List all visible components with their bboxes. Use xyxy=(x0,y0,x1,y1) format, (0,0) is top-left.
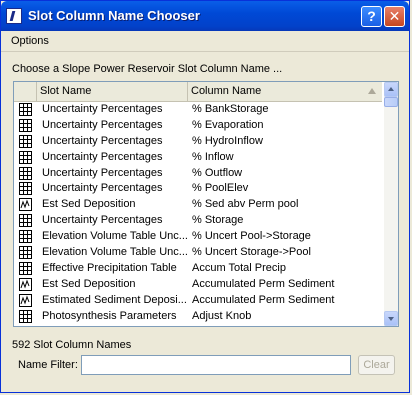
table-icon xyxy=(19,134,32,148)
app-logo-icon xyxy=(6,8,22,24)
column-name-cell: % PoolElev xyxy=(192,182,249,195)
column-name-cell: % Inflow xyxy=(192,150,234,163)
series-icon xyxy=(19,198,32,212)
header-icon-column[interactable] xyxy=(14,82,37,101)
table-row[interactable]: Uncertainty Percentages % Inflow xyxy=(14,150,382,166)
column-name-cell: % Sed abv Perm pool xyxy=(192,198,299,211)
table-icon xyxy=(19,182,32,196)
slot-name-cell: Photosynthesis Parameters xyxy=(42,309,177,322)
clear-button[interactable]: Clear xyxy=(358,355,395,375)
column-name-cell: % Outflow xyxy=(192,166,243,179)
column-name-cell: % Uncert Pool->Storage xyxy=(192,230,311,243)
table-row[interactable]: Uncertainty Percentages % PoolElev xyxy=(14,181,382,197)
slot-name-cell: Uncertainty Percentages xyxy=(42,166,163,179)
table-icon xyxy=(19,103,32,116)
sort-up-icon xyxy=(368,88,376,94)
name-filter-label: Name Filter: xyxy=(18,359,78,371)
menu-bar: Options xyxy=(1,32,409,52)
column-name-cell: % Storage xyxy=(192,214,244,227)
table-row[interactable]: Est Sed Deposition Accumulated Perm Sedim… xyxy=(14,277,382,293)
menu-options[interactable]: Options xyxy=(11,35,49,47)
header-column-name-label: Column Name xyxy=(191,85,262,97)
column-name-cell: % HydroInflow xyxy=(192,134,263,147)
chooser-window: Slot Column Name Chooser ? ✕ Options Cho… xyxy=(0,0,410,393)
table-row[interactable]: Uncertainty Percentages % Outflow xyxy=(14,166,382,182)
slot-name-cell: Elevation Volume Table Unc... xyxy=(42,246,188,259)
slot-name-cell: Est Sed Deposition xyxy=(42,198,136,211)
table-icon xyxy=(19,261,32,275)
table-icon xyxy=(19,166,32,180)
table-row[interactable]: Uncertainty Percentages % Storage xyxy=(14,213,382,229)
table-icon xyxy=(19,150,32,164)
slot-name-cell: Elevation Volume Table Unc... xyxy=(42,230,188,243)
column-name-cell: % Evaporation xyxy=(192,118,264,131)
table-icon xyxy=(19,118,32,132)
vertical-scrollbar[interactable] xyxy=(384,82,398,326)
table-body: Uncertainty Percentages% BankStorage Unce… xyxy=(14,102,382,324)
table-row[interactable]: Effective Precipitation Table Accum Total… xyxy=(14,261,382,277)
table-icon xyxy=(19,309,32,323)
scroll-up-icon[interactable] xyxy=(384,82,398,97)
slot-name-cell: Effective Precipitation Table xyxy=(42,261,177,274)
slot-column-table: Slot Name Column Name Uncertainty Percen… xyxy=(13,81,399,327)
slot-count-label: 592 Slot Column Names xyxy=(12,339,132,351)
table-row[interactable]: Uncertainty Percentages % Evaporation xyxy=(14,118,382,134)
column-name-cell: % Uncert Storage->Pool xyxy=(192,246,311,259)
column-name-cell: % BankStorage xyxy=(192,103,269,115)
slot-name-cell: Uncertainty Percentages xyxy=(42,150,163,163)
slot-name-cell: Estimated Sediment Deposi... xyxy=(42,293,187,306)
slot-name-cell: Uncertainty Percentages xyxy=(42,118,163,131)
table-row[interactable]: Elevation Volume Table Unc... % Uncert St… xyxy=(14,245,382,261)
table-icon xyxy=(19,230,32,244)
close-button[interactable]: ✕ xyxy=(384,6,405,27)
slot-name-cell: Uncertainty Percentages xyxy=(42,182,163,195)
column-name-cell: Accum Total Precip xyxy=(192,261,286,274)
table-row[interactable]: Uncertainty Percentages % BankStorage xyxy=(14,102,382,118)
table-header: Slot Name Column Name xyxy=(14,82,382,102)
slot-name-cell: Uncertainty Percentages xyxy=(42,103,163,115)
table-row[interactable]: Estimated Sediment Deposi... Accumulated … xyxy=(14,293,382,309)
scroll-down-icon[interactable] xyxy=(384,311,398,326)
table-icon xyxy=(19,246,32,260)
window-title: Slot Column Name Chooser xyxy=(28,8,200,23)
slot-name-cell: Est Sed Deposition xyxy=(42,277,136,290)
header-column-name[interactable]: Column Name xyxy=(188,82,382,101)
slot-name-cell: Uncertainty Percentages xyxy=(42,214,163,227)
table-row[interactable]: Elevation Volume Table Unc... % Uncert Po… xyxy=(14,229,382,245)
series-icon xyxy=(19,277,32,291)
name-filter-input[interactable] xyxy=(81,355,351,375)
table-row[interactable]: Est Sed Deposition % Sed abv Perm pool xyxy=(14,197,382,213)
slot-name-cell: Uncertainty Percentages xyxy=(42,134,163,147)
scroll-thumb[interactable] xyxy=(384,97,398,107)
table-icon xyxy=(19,214,32,228)
header-slot-name[interactable]: Slot Name xyxy=(37,82,188,101)
help-button[interactable]: ? xyxy=(361,6,382,27)
column-name-cell: Accumulated Perm Sediment xyxy=(192,277,335,290)
title-bar[interactable]: Slot Column Name Chooser ? ✕ xyxy=(1,1,409,31)
table-row[interactable]: Uncertainty Percentages % HydroInflow xyxy=(14,134,382,150)
column-name-cell: Adjust Knob xyxy=(192,309,252,322)
table-row[interactable]: Photosynthesis Parameters Adjust Knob xyxy=(14,309,382,325)
prompt-text: Choose a Slope Power Reservoir Slot Colu… xyxy=(12,63,283,75)
column-name-cell: Accumulated Perm Sediment xyxy=(192,293,335,306)
series-icon xyxy=(19,293,32,307)
